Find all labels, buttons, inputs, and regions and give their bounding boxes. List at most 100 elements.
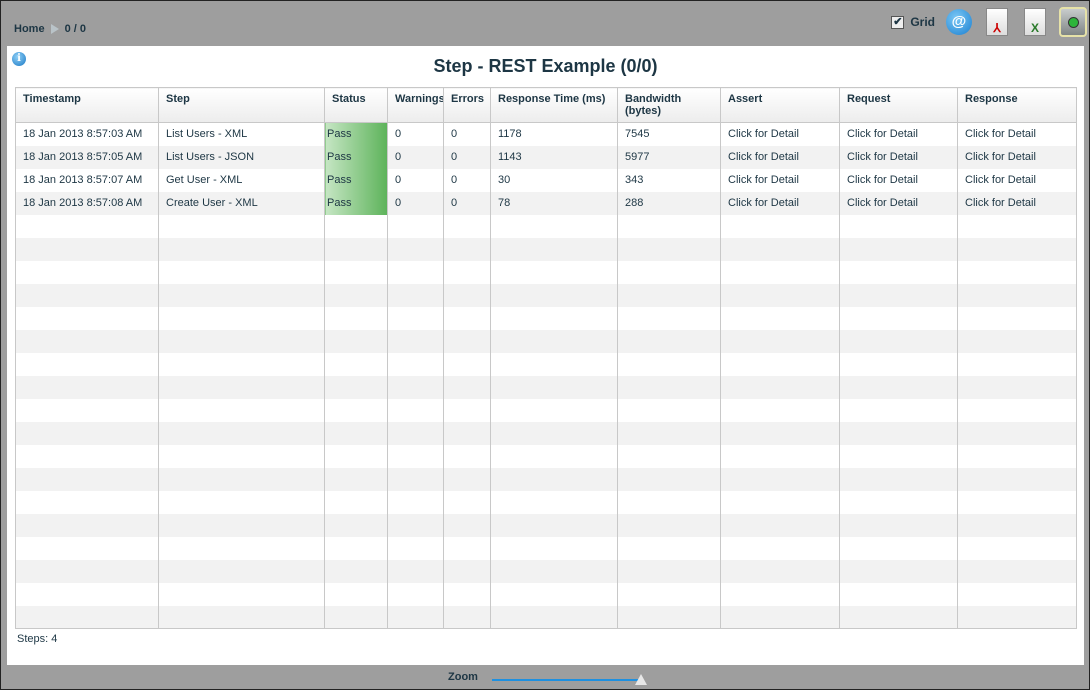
empty-cell xyxy=(15,398,159,422)
detail-link[interactable]: Click for Detail xyxy=(839,145,958,169)
empty-cell xyxy=(387,444,444,468)
empty-cell xyxy=(839,237,958,261)
empty-cell xyxy=(839,375,958,399)
excel-export-icon[interactable]: X xyxy=(1021,7,1049,37)
detail-link[interactable]: Click for Detail xyxy=(720,191,840,215)
table-row xyxy=(15,444,1077,468)
steps-table: Timestamp Step Status Warnings Errors Respons… xyxy=(15,87,1077,629)
column-header[interactable]: Assert xyxy=(720,87,840,123)
empty-cell xyxy=(387,536,444,560)
empty-cell xyxy=(15,582,159,606)
empty-cell xyxy=(387,329,444,353)
column-header[interactable]: Bandwidth (bytes) xyxy=(617,87,721,123)
empty-cell xyxy=(15,306,159,330)
table-row xyxy=(15,582,1077,606)
toolbar: ✔ Grid @ ⅄ X xyxy=(891,7,1087,37)
table-row[interactable]: 18 Jan 2013 8:57:07 AM Get User - XML Pass… xyxy=(15,168,1077,192)
empty-cell xyxy=(324,329,388,353)
empty-cell xyxy=(443,352,491,376)
empty-cell xyxy=(839,421,958,445)
detail-link[interactable]: Click for Detail xyxy=(957,168,1077,192)
empty-cell xyxy=(158,329,325,353)
empty-cell xyxy=(490,237,618,261)
detail-link[interactable]: Click for Detail xyxy=(839,122,958,146)
empty-cell xyxy=(443,375,491,399)
empty-cell xyxy=(720,329,840,353)
empty-cell xyxy=(490,260,618,284)
column-header[interactable]: Status xyxy=(324,87,388,123)
empty-cell xyxy=(490,283,618,307)
empty-cell xyxy=(617,329,721,353)
grid-toggle[interactable]: ✔ Grid xyxy=(891,15,935,29)
table-cell: 0 xyxy=(443,168,491,192)
empty-cell xyxy=(720,536,840,560)
empty-cell xyxy=(490,421,618,445)
column-header[interactable]: Response Time (ms) xyxy=(490,87,618,123)
empty-cell xyxy=(839,559,958,583)
email-icon[interactable]: @ xyxy=(945,7,973,37)
status-cell: Pass xyxy=(324,122,388,146)
table-row xyxy=(15,306,1077,330)
detail-link[interactable]: Click for Detail xyxy=(839,168,958,192)
table-row[interactable]: 18 Jan 2013 8:57:03 AM List Users - XML Pa… xyxy=(15,122,1077,146)
detail-link[interactable]: Click for Detail xyxy=(720,122,840,146)
zoom-slider[interactable] xyxy=(492,679,640,681)
empty-cell xyxy=(15,329,159,353)
table-row xyxy=(15,260,1077,284)
empty-cell xyxy=(324,260,388,284)
empty-cell xyxy=(957,237,1077,261)
empty-cell xyxy=(617,536,721,560)
detail-link[interactable]: Click for Detail xyxy=(720,145,840,169)
empty-cell xyxy=(158,605,325,629)
column-header[interactable]: Step xyxy=(158,87,325,123)
column-header[interactable]: Errors xyxy=(443,87,491,123)
empty-cell xyxy=(443,536,491,560)
empty-cell xyxy=(617,421,721,445)
top-bar: Home 0 / 0 ✔ Grid @ ⅄ X xyxy=(1,1,1090,45)
empty-cell xyxy=(443,467,491,491)
column-header[interactable]: Request xyxy=(839,87,958,123)
empty-cell xyxy=(617,237,721,261)
empty-cell xyxy=(324,605,388,629)
column-header[interactable]: Timestamp xyxy=(15,87,159,123)
table-row xyxy=(15,352,1077,376)
empty-cell xyxy=(15,214,159,238)
empty-cell xyxy=(387,352,444,376)
detail-link[interactable]: Click for Detail xyxy=(957,145,1077,169)
table-row[interactable]: 18 Jan 2013 8:57:05 AM List Users - JSON P… xyxy=(15,145,1077,169)
detail-link[interactable]: Click for Detail xyxy=(957,191,1077,215)
detail-link[interactable]: Click for Detail xyxy=(957,122,1077,146)
empty-cell xyxy=(720,237,840,261)
detail-link[interactable]: Click for Detail xyxy=(839,191,958,215)
empty-cell xyxy=(957,283,1077,307)
breadcrumb-home[interactable]: Home xyxy=(14,23,45,35)
table-row[interactable]: 18 Jan 2013 8:57:08 AM Create User - XML P… xyxy=(15,191,1077,215)
table-cell: List Users - XML xyxy=(158,122,325,146)
database-icon[interactable] xyxy=(1059,7,1087,37)
table-cell: 0 xyxy=(387,122,444,146)
empty-cell xyxy=(158,421,325,445)
empty-cell xyxy=(158,283,325,307)
empty-cell xyxy=(957,306,1077,330)
pdf-export-icon[interactable]: ⅄ xyxy=(983,7,1011,37)
empty-cell xyxy=(158,444,325,468)
table-cell: 18 Jan 2013 8:57:05 AM xyxy=(15,145,159,169)
empty-cell xyxy=(324,444,388,468)
empty-cell xyxy=(387,260,444,284)
empty-cell xyxy=(720,444,840,468)
zoom-label: Zoom xyxy=(448,671,478,683)
detail-link[interactable]: Click for Detail xyxy=(720,168,840,192)
table-row xyxy=(15,214,1077,238)
grid-checkbox[interactable]: ✔ xyxy=(891,15,905,29)
empty-cell xyxy=(957,536,1077,560)
table-row xyxy=(15,237,1077,261)
empty-cell xyxy=(443,605,491,629)
zoom-slider-thumb[interactable] xyxy=(635,674,647,685)
empty-cell xyxy=(617,513,721,537)
column-header[interactable]: Response xyxy=(957,87,1077,123)
empty-cell xyxy=(720,421,840,445)
empty-cell xyxy=(443,398,491,422)
empty-cell xyxy=(443,582,491,606)
column-header[interactable]: Warnings xyxy=(387,87,444,123)
status-cell: Pass xyxy=(324,191,388,215)
